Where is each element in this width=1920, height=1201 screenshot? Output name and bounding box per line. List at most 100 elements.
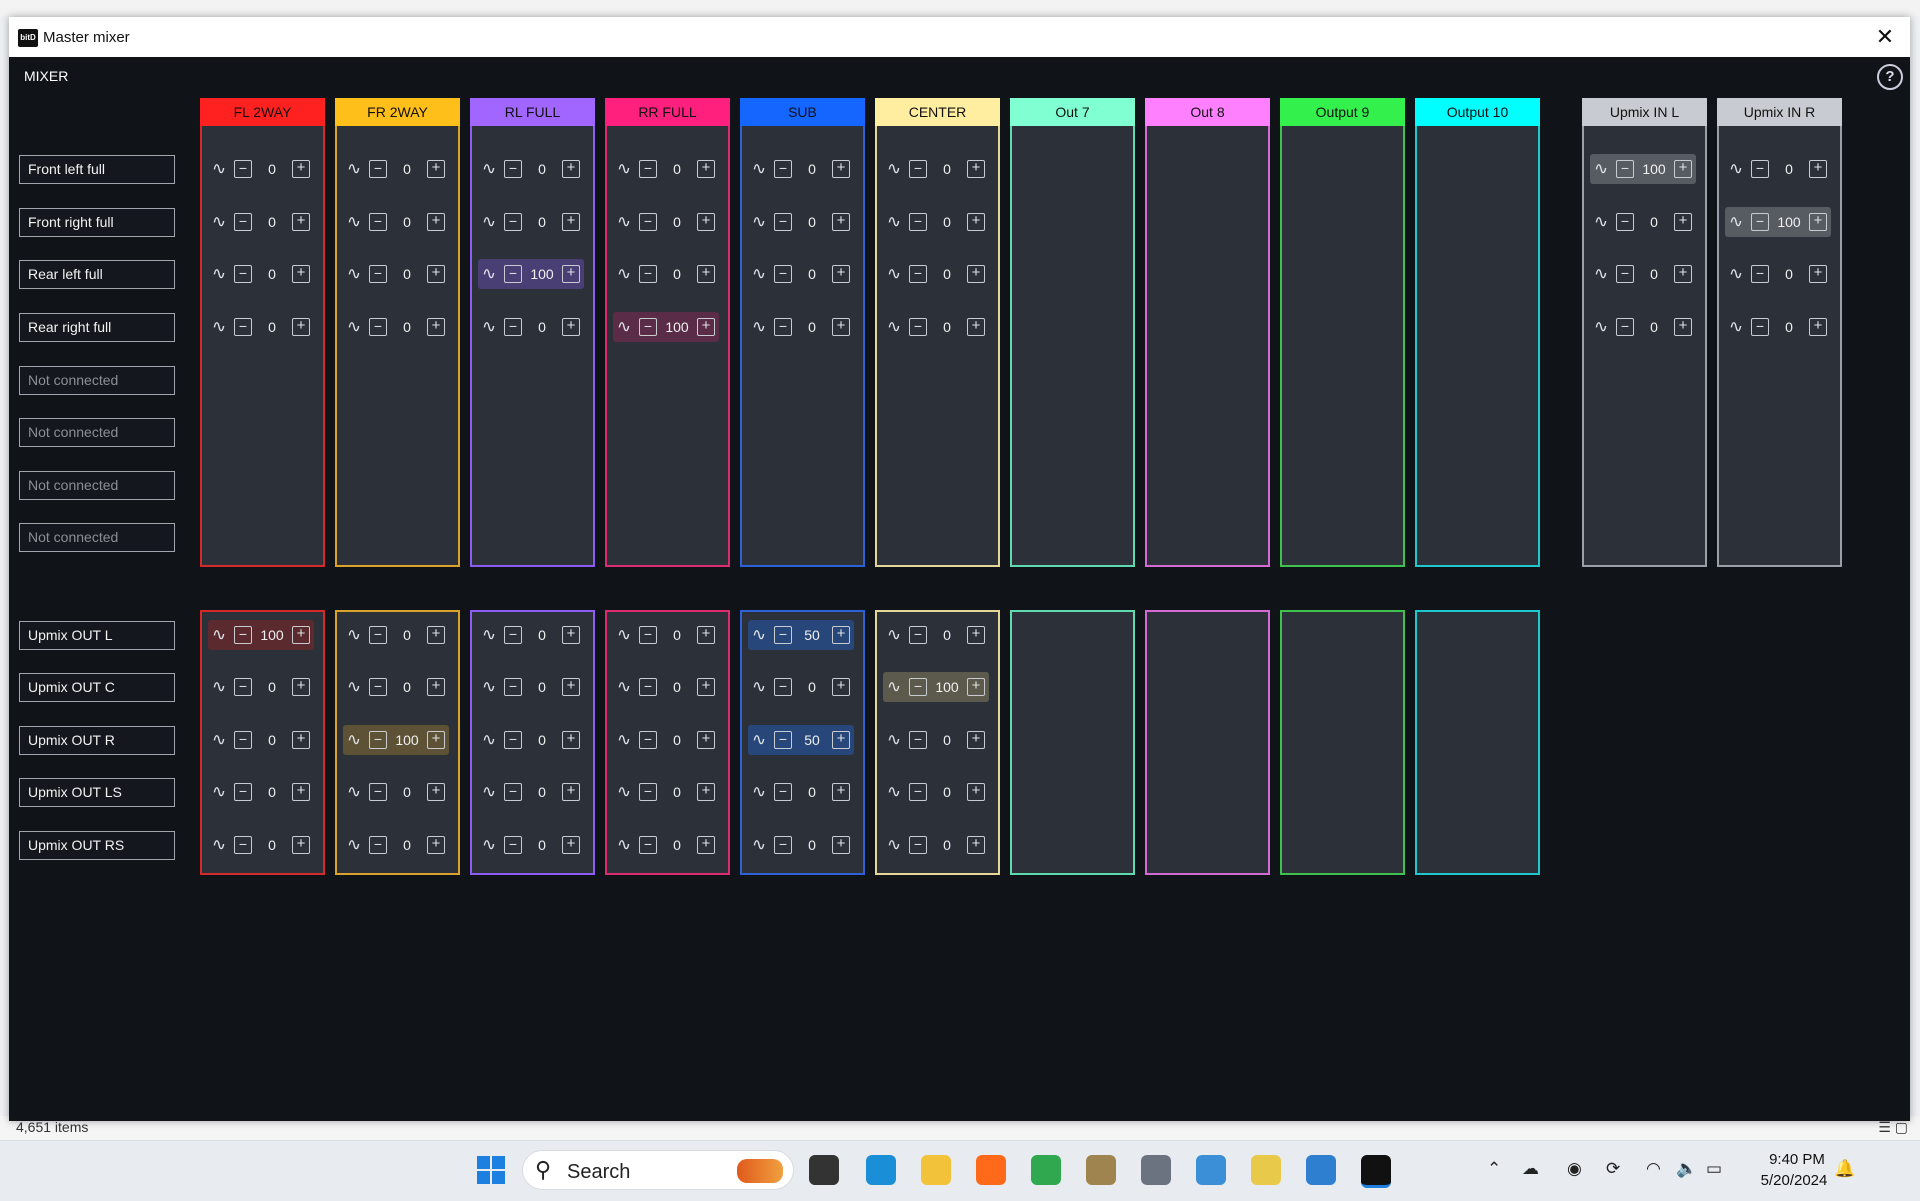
waveform-icon[interactable]: ∿ <box>480 678 498 696</box>
plus-button[interactable]: + <box>967 678 985 696</box>
minus-button[interactable]: − <box>234 213 252 231</box>
input-label-not-connected[interactable]: Not connected <box>19 523 175 552</box>
waveform-icon[interactable]: ∿ <box>885 783 903 801</box>
speaker-icon[interactable]: 🔈 <box>1676 1159 1697 1179</box>
waveform-icon[interactable]: ∿ <box>210 626 228 644</box>
plus-button[interactable]: + <box>562 783 580 801</box>
gain-value[interactable]: 100 <box>524 265 560 283</box>
minus-button[interactable]: − <box>1616 318 1634 336</box>
app-icon[interactable] <box>1086 1155 1116 1185</box>
gain-value[interactable]: 0 <box>929 160 965 178</box>
plus-button[interactable]: + <box>967 836 985 854</box>
gain-value[interactable]: 0 <box>1636 318 1672 336</box>
waveform-icon[interactable]: ∿ <box>750 265 768 283</box>
gain-value[interactable]: 0 <box>794 265 830 283</box>
minus-button[interactable]: − <box>1751 318 1769 336</box>
gain-value[interactable]: 0 <box>794 160 830 178</box>
zoom-icon[interactable]: ◉ <box>1567 1159 1582 1179</box>
plus-button[interactable]: + <box>697 836 715 854</box>
plus-button[interactable]: + <box>292 626 310 644</box>
plus-button[interactable]: + <box>427 626 445 644</box>
notes-icon[interactable] <box>1251 1155 1281 1185</box>
gain-value[interactable]: 0 <box>254 678 290 696</box>
minus-button[interactable]: − <box>504 678 522 696</box>
photos-icon[interactable] <box>1306 1155 1336 1185</box>
minus-button[interactable]: − <box>774 783 792 801</box>
waveform-icon[interactable]: ∿ <box>480 783 498 801</box>
minus-button[interactable]: − <box>369 213 387 231</box>
gain-value[interactable]: 0 <box>929 318 965 336</box>
plus-button[interactable]: + <box>562 160 580 178</box>
minus-button[interactable]: − <box>504 265 522 283</box>
input-label-front-right-full[interactable]: Front right full <box>19 208 175 237</box>
gain-value[interactable]: 0 <box>659 626 695 644</box>
minus-button[interactable]: − <box>234 836 252 854</box>
waveform-icon[interactable]: ∿ <box>615 783 633 801</box>
gain-value[interactable]: 100 <box>929 678 965 696</box>
gain-value[interactable]: 100 <box>1771 213 1807 231</box>
gain-value[interactable]: 0 <box>794 678 830 696</box>
minus-button[interactable]: − <box>1616 160 1634 178</box>
waveform-icon[interactable]: ∿ <box>210 265 228 283</box>
waveform-icon[interactable]: ∿ <box>480 626 498 644</box>
minus-button[interactable]: − <box>774 213 792 231</box>
minus-button[interactable]: − <box>774 731 792 749</box>
waveform-icon[interactable]: ∿ <box>750 731 768 749</box>
plus-button[interactable]: + <box>427 783 445 801</box>
chevron-up-icon[interactable]: ⌃ <box>1487 1159 1501 1179</box>
input-label-rear-left-full[interactable]: Rear left full <box>19 260 175 289</box>
plus-button[interactable]: + <box>1674 265 1692 283</box>
minus-button[interactable]: − <box>774 626 792 644</box>
sync-icon[interactable]: ⟳ <box>1606 1159 1620 1179</box>
waveform-icon[interactable]: ∿ <box>210 836 228 854</box>
help-icon[interactable]: ? <box>1877 64 1903 90</box>
onedrive-icon[interactable]: ☁ <box>1522 1159 1539 1179</box>
waveform-icon[interactable]: ∿ <box>345 836 363 854</box>
close-button[interactable]: ✕ <box>1870 23 1900 51</box>
gain-value[interactable]: 0 <box>389 318 425 336</box>
input-label-not-connected[interactable]: Not connected <box>19 418 175 447</box>
waveform-icon[interactable]: ∿ <box>615 213 633 231</box>
waveform-icon[interactable]: ∿ <box>615 678 633 696</box>
clock-date[interactable]: 5/20/2024 <box>1748 1172 1840 1189</box>
waveform-icon[interactable]: ∿ <box>885 731 903 749</box>
gain-value[interactable]: 0 <box>929 731 965 749</box>
waveform-icon[interactable]: ∿ <box>480 265 498 283</box>
minus-button[interactable]: − <box>369 783 387 801</box>
minus-button[interactable]: − <box>234 626 252 644</box>
waveform-icon[interactable]: ∿ <box>1592 265 1610 283</box>
input-label-not-connected[interactable]: Not connected <box>19 366 175 395</box>
view-toggle-icon[interactable]: ☰ ▢ <box>1878 1119 1908 1136</box>
plus-button[interactable]: + <box>427 265 445 283</box>
plus-button[interactable]: + <box>697 783 715 801</box>
control-panel-icon[interactable] <box>1196 1155 1226 1185</box>
waveform-icon[interactable]: ∿ <box>345 160 363 178</box>
plus-button[interactable]: + <box>967 626 985 644</box>
plus-button[interactable]: + <box>292 731 310 749</box>
input-label-upmix-out-rs[interactable]: Upmix OUT RS <box>19 831 175 860</box>
plus-button[interactable]: + <box>562 318 580 336</box>
minus-button[interactable]: − <box>909 318 927 336</box>
plus-button[interactable]: + <box>562 731 580 749</box>
waveform-icon[interactable]: ∿ <box>615 265 633 283</box>
plus-button[interactable]: + <box>697 731 715 749</box>
gain-value[interactable]: 0 <box>254 836 290 854</box>
minus-button[interactable]: − <box>1751 265 1769 283</box>
minus-button[interactable]: − <box>909 265 927 283</box>
plus-button[interactable]: + <box>1809 160 1827 178</box>
waveform-icon[interactable]: ∿ <box>885 678 903 696</box>
minus-button[interactable]: − <box>774 160 792 178</box>
minus-button[interactable]: − <box>1616 265 1634 283</box>
input-label-not-connected[interactable]: Not connected <box>19 471 175 500</box>
waveform-icon[interactable]: ∿ <box>885 265 903 283</box>
gain-value[interactable]: 0 <box>929 213 965 231</box>
plus-button[interactable]: + <box>1809 318 1827 336</box>
start-button[interactable] <box>476 1155 506 1185</box>
minus-button[interactable]: − <box>369 265 387 283</box>
plus-button[interactable]: + <box>292 783 310 801</box>
gain-value[interactable]: 0 <box>524 836 560 854</box>
waveform-icon[interactable]: ∿ <box>1592 213 1610 231</box>
plus-button[interactable]: + <box>832 318 850 336</box>
input-label-upmix-out-r[interactable]: Upmix OUT R <box>19 726 175 755</box>
gain-value[interactable]: 50 <box>794 731 830 749</box>
